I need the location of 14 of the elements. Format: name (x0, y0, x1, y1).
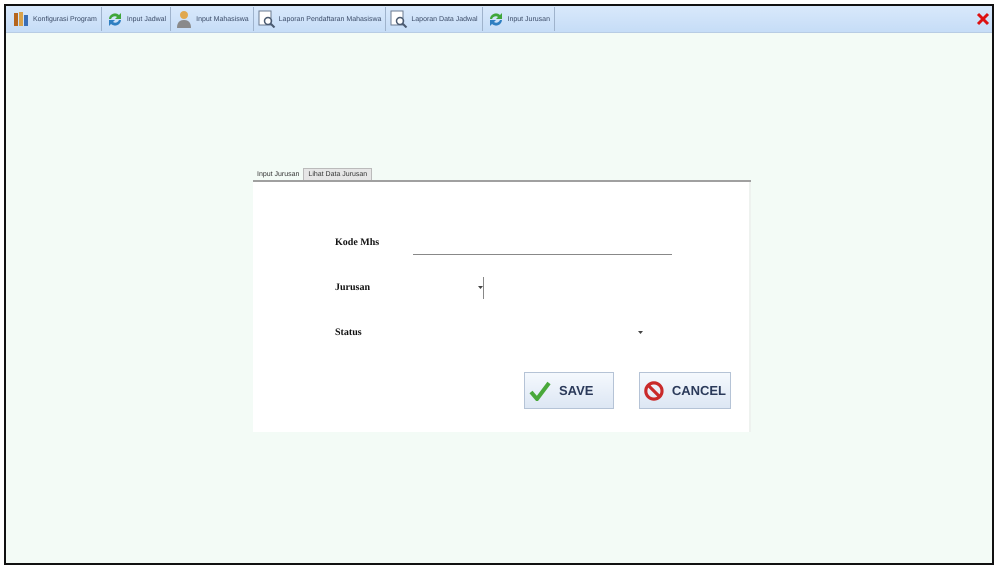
magnifier-document-icon (390, 10, 408, 28)
field-label: Jurusan (335, 282, 372, 293)
books-icon (12, 10, 30, 28)
field-label: Status (335, 327, 363, 338)
caret-icon (478, 286, 483, 289)
magnifier-document-icon (258, 10, 276, 28)
field-label: Kode Mhs (335, 237, 380, 248)
save-button[interactable]: SAVE (524, 372, 614, 409)
close-icon[interactable] (976, 12, 990, 26)
checkmark-icon (529, 380, 551, 400)
person-icon (175, 10, 194, 28)
cancel-button[interactable]: CANCEL (639, 372, 731, 409)
caret-icon (638, 331, 643, 334)
prohibited-icon (644, 380, 664, 402)
